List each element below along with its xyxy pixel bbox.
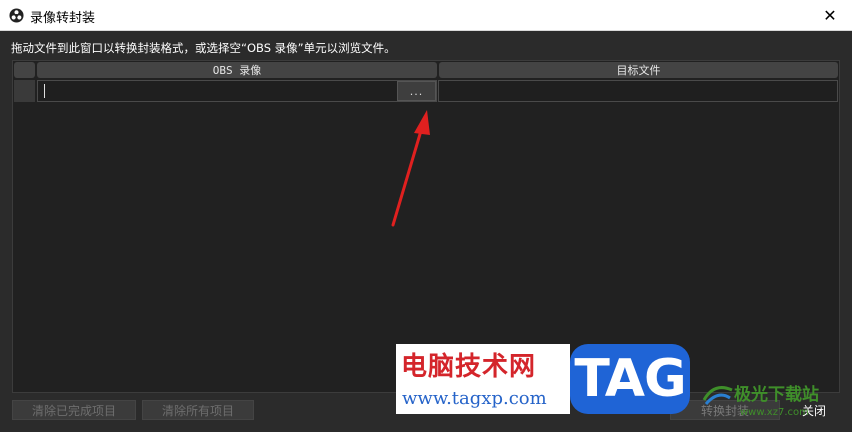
browse-button[interactable]: ...	[397, 81, 436, 101]
annotation-arrow-icon	[391, 110, 430, 227]
instruction-text: 拖动文件到此窗口以转换封装格式，或选择空“OBS 录像”单元以浏览文件。	[11, 41, 396, 55]
text-caret	[44, 84, 45, 98]
swirl-logo-icon	[702, 386, 733, 406]
watermark-download-url: www.xz7.com	[740, 407, 809, 418]
watermark-site-name: 电脑技术网	[401, 352, 537, 382]
close-window-button[interactable]: ✕	[808, 0, 852, 31]
close-icon: ✕	[823, 6, 837, 25]
title-bar: 录像转封装 ✕	[0, 0, 852, 31]
table-corner-header	[14, 62, 35, 78]
watermark-download-name: 极光下载站	[734, 385, 819, 405]
clear-all-button[interactable]: 清除所有项目	[142, 400, 254, 420]
obs-logo-icon	[9, 8, 24, 23]
watermark-site-banner: 电脑技术网 www.tagxp.com	[396, 344, 570, 414]
obs-recording-cell[interactable]	[37, 80, 437, 102]
watermark-site-url: www.tagxp.com	[402, 388, 547, 409]
column-header-obs-recording[interactable]: OBS 录像	[37, 62, 437, 78]
window-title: 录像转封装	[30, 11, 96, 26]
row-header[interactable]	[14, 80, 35, 102]
watermark-tag-logo: TAG	[570, 344, 690, 414]
target-file-cell[interactable]	[438, 80, 838, 102]
column-header-target-file[interactable]: 目标文件	[439, 62, 838, 78]
watermark-download-site: 极光下载站 www.xz7.com	[700, 376, 850, 432]
clear-completed-button[interactable]: 清除已完成项目	[12, 400, 136, 420]
